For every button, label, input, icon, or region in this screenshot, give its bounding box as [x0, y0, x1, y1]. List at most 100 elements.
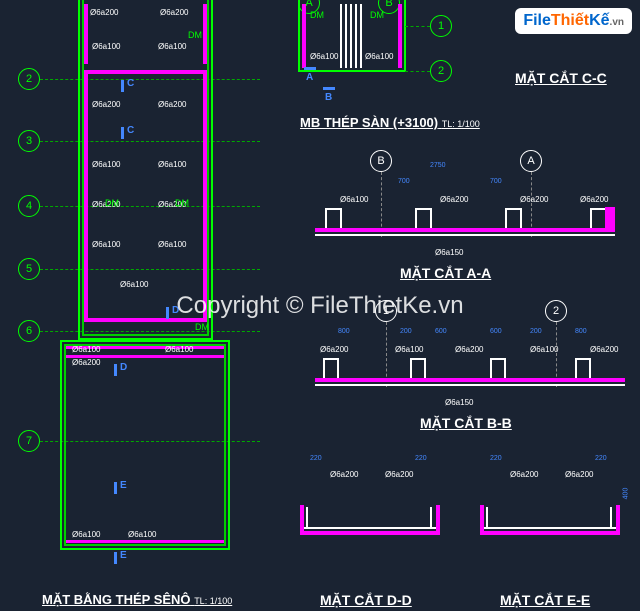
dm-4: DM	[195, 322, 209, 332]
lbl-d6-100-10: Ø6a100	[72, 530, 100, 539]
san-mark-a: A	[306, 72, 313, 83]
lbl-d6-200-7: Ø6a200	[72, 358, 100, 367]
aa-slab	[315, 228, 615, 232]
aa-up2	[415, 210, 417, 228]
mark-c-bot: C	[127, 125, 134, 136]
dm-3: DM	[175, 198, 189, 208]
bb-up1	[323, 360, 325, 378]
aa-grid-b: B	[370, 150, 392, 172]
lbl-d6-100-7: Ø6a100	[120, 280, 148, 289]
bb-up4t	[575, 358, 591, 360]
ee-barl	[486, 507, 488, 529]
grid-bubble-6: 6	[18, 320, 40, 342]
grid-bubble-3: 3	[18, 130, 40, 152]
rebar-v2	[203, 4, 207, 64]
title-mb-san: MB THÉP SÀN (+3100) TL: 1/100	[300, 115, 480, 130]
title-seno: MẶT BẰNG THÉP SÊNÔ TL: 1/100	[42, 592, 232, 607]
bb-grid-2: 2	[545, 300, 567, 322]
lbl-d6-200-3: Ø6a200	[92, 100, 120, 109]
dd-d220-2: 220	[415, 455, 427, 462]
aa-grid-a: A	[520, 150, 542, 172]
lbl-d6-100-11: Ø6a100	[128, 530, 156, 539]
aa-lbl-5: Ø6a150	[435, 248, 463, 257]
bb-up2	[410, 360, 412, 378]
dd-d220-1: 220	[310, 455, 322, 462]
ee-r	[616, 505, 620, 535]
section-dd-body	[300, 480, 440, 535]
dd-barr	[430, 507, 432, 529]
ee-d220-1: 220	[490, 455, 502, 462]
lbl-d6-100-3: Ø6a100	[92, 160, 120, 169]
lbl-d6-100-1: Ø6a100	[92, 42, 120, 51]
mark-c-label: C	[127, 78, 134, 89]
logo-part2: Thiết	[551, 12, 589, 29]
aa-up2b	[430, 210, 432, 228]
san-b: B	[325, 92, 332, 103]
ee-d220-2: 220	[595, 455, 607, 462]
section-aa-body	[315, 200, 615, 240]
dm-2: DM	[105, 198, 119, 208]
ee-barr	[610, 507, 612, 529]
san-dm1: DM	[310, 10, 324, 20]
bb-slab	[315, 378, 625, 382]
mark-c-top: C	[127, 78, 134, 89]
san-v2	[398, 4, 402, 68]
bb-up3b	[504, 360, 506, 378]
dm-1: DM	[188, 30, 202, 40]
aa-up3	[505, 210, 507, 228]
logo-part1: File	[523, 12, 551, 29]
ee-base	[480, 531, 620, 535]
cut-line	[114, 552, 117, 564]
aa-lbl-4: Ø6a200	[580, 195, 608, 204]
aa-up3t	[505, 208, 522, 210]
bb-lbl-5: Ø6a200	[590, 345, 618, 354]
bb-d200-2: 200	[530, 328, 542, 335]
grid-bubble-7: 7	[18, 430, 40, 452]
ee-lbl-1: Ø6a200	[510, 470, 538, 479]
t-seno-scale: TL: 1/100	[194, 596, 232, 606]
aa-edge	[605, 207, 615, 232]
dd-lbl-2: Ø6a200	[385, 470, 413, 479]
mark-e-label2: E	[120, 550, 127, 561]
aa-d2750: 2750	[430, 162, 446, 169]
mark-e-bot: E	[120, 550, 127, 561]
title-aa: MẶT CẮT A-A	[400, 265, 491, 281]
grid-bubble-4: 4	[18, 195, 40, 217]
aa-up1	[325, 210, 327, 228]
dd-barl	[306, 507, 308, 529]
rebar-v1	[84, 4, 88, 64]
section-ee-body	[480, 480, 620, 535]
mark-c-label2: C	[127, 125, 134, 136]
gl-2	[405, 71, 430, 72]
ee-lbl-2: Ø6a200	[565, 470, 593, 479]
dd-l	[300, 505, 304, 535]
logo-tld: .vn	[610, 17, 624, 28]
title-cc: MẶT CẮT C-C	[515, 70, 607, 86]
lbl-d6-100-6: Ø6a100	[158, 240, 186, 249]
bb-lbl-3: Ø6a200	[455, 345, 483, 354]
lbl-d6-200-2: Ø6a200	[160, 8, 188, 17]
section-bb-body	[315, 350, 625, 390]
san-lbl1: Ø6a100	[310, 52, 338, 61]
aa-slab-bot	[315, 234, 615, 236]
rebar-v4	[203, 70, 207, 322]
aa-d700-2: 700	[490, 178, 502, 185]
aa-up3b	[520, 210, 522, 228]
logo-part3: Kế	[589, 12, 609, 29]
logo-badge: FileThiếtKế.vn	[515, 8, 632, 34]
aa-lbl-2: Ø6a200	[440, 195, 468, 204]
aa-up1t	[325, 208, 342, 210]
mark-d-bot: D	[120, 362, 127, 373]
title-dd: MẶT CẮT D-D	[320, 592, 412, 608]
rebar-v3	[84, 70, 88, 322]
lbl-d6-100-4: Ø6a100	[158, 160, 186, 169]
bb-up2b	[424, 360, 426, 378]
gl-1	[405, 26, 430, 27]
cut-line	[121, 127, 124, 139]
rebar-h1	[84, 70, 207, 74]
watermark-text: Copyright © FileThietKe.vn	[176, 292, 463, 320]
dd-base	[300, 531, 440, 535]
lbl-d6-100-2: Ø6a100	[158, 42, 186, 51]
bb-up4	[575, 360, 577, 378]
bb-d800-1: 800	[338, 328, 350, 335]
